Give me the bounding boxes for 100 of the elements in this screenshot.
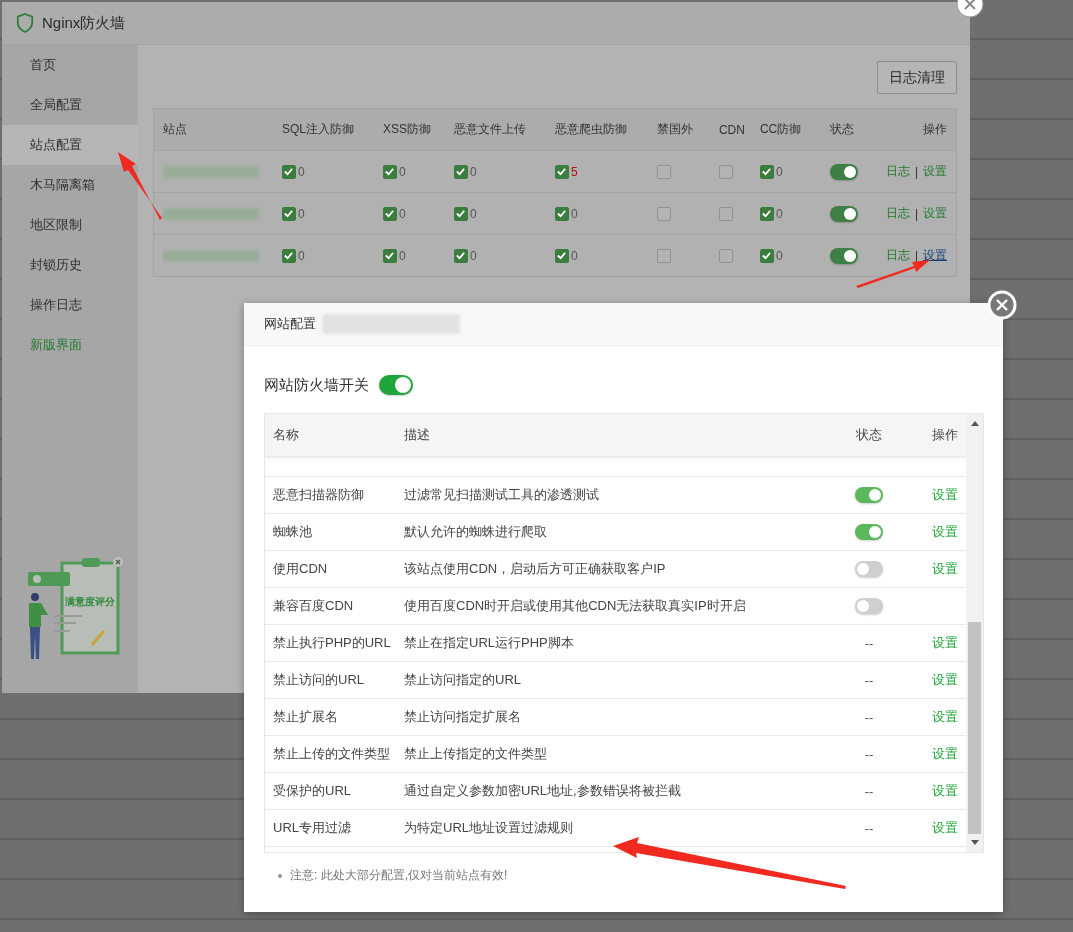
column-header: 描述 xyxy=(404,426,431,444)
settings-link[interactable]: 设置 xyxy=(932,523,958,541)
rule-name: 禁止扩展名 xyxy=(272,708,339,726)
checkbox[interactable] xyxy=(281,248,296,263)
action-link[interactable]: 设置 xyxy=(923,205,947,222)
checkbox[interactable] xyxy=(554,248,569,263)
sidebar-item[interactable]: 全局配置 xyxy=(2,85,138,125)
settings-link[interactable]: 设置 xyxy=(932,634,958,652)
checkbox[interactable] xyxy=(382,248,397,263)
rule-description: 使用百度CDN时开启或使用其他CDN无法获取真实IP时开启 xyxy=(404,597,747,615)
clear-logs-button[interactable]: 日志清理 xyxy=(877,61,957,94)
rating-label[interactable]: 满意度评分 xyxy=(65,595,115,609)
status-text: -- xyxy=(864,783,874,799)
checkbox[interactable] xyxy=(554,164,569,179)
annotation-arrow xyxy=(118,152,162,220)
block-count: 0 xyxy=(297,248,305,263)
column-header: 状态 xyxy=(829,121,855,138)
settings-link[interactable]: 设置 xyxy=(932,560,958,578)
settings-link[interactable]: 设置 xyxy=(932,671,958,689)
settings-link[interactable]: 设置 xyxy=(932,782,958,800)
rule-description: 禁止访问指定扩展名 xyxy=(404,708,522,726)
column-header: 禁国外 xyxy=(656,121,694,138)
status-toggle[interactable] xyxy=(829,205,858,222)
sidebar-item[interactable]: 木马隔离箱 xyxy=(2,165,138,205)
status-text: -- xyxy=(864,635,874,651)
sidebar-item[interactable]: 操作日志 xyxy=(2,285,138,325)
checkbox[interactable] xyxy=(453,206,468,221)
shield-icon xyxy=(16,13,34,33)
checkbox[interactable] xyxy=(656,164,671,179)
block-count: 0 xyxy=(775,206,783,221)
checkbox[interactable] xyxy=(656,248,671,263)
rule-name: 禁止上传的文件类型 xyxy=(272,745,391,763)
checkbox[interactable] xyxy=(382,206,397,221)
rule-name: 禁止执行PHP的URL xyxy=(272,634,392,652)
block-count: 0 xyxy=(469,248,477,263)
block-count: 0 xyxy=(398,164,406,179)
settings-link[interactable]: 设置 xyxy=(932,745,958,763)
sidebar-item[interactable]: 首页 xyxy=(2,45,138,85)
block-count: 0 xyxy=(775,248,783,263)
block-count: 0 xyxy=(297,164,305,179)
action-link[interactable]: 日志 xyxy=(885,247,910,264)
checkbox[interactable] xyxy=(759,164,774,179)
separator: | xyxy=(914,164,918,179)
column-header: 恶意爬虫防御 xyxy=(554,121,628,138)
action-link[interactable]: 日志 xyxy=(885,205,910,222)
status-toggle[interactable] xyxy=(829,247,858,264)
firewall-switch-label: 网站防火墙开关 xyxy=(264,375,369,395)
status-text: -- xyxy=(864,672,874,688)
column-header: 站点 xyxy=(162,121,188,138)
rule-toggle[interactable] xyxy=(855,487,883,503)
checkbox[interactable] xyxy=(554,206,569,221)
column-header: 操作 xyxy=(922,121,947,138)
firewall-toggle[interactable] xyxy=(379,375,413,395)
rule-description: 为特定URL地址设置过滤规则 xyxy=(404,819,574,837)
rule-description: 禁止在指定URL运行PHP脚本 xyxy=(404,634,575,652)
block-count: 0 xyxy=(398,248,406,263)
rule-toggle[interactable] xyxy=(855,561,883,577)
action-link[interactable]: 设置 xyxy=(923,163,947,180)
checkbox[interactable] xyxy=(656,206,671,221)
rule-name: 兼容百度CDN xyxy=(272,597,355,615)
scroll-up-icon[interactable] xyxy=(970,420,979,426)
checkbox[interactable] xyxy=(718,206,733,221)
sidebar-item[interactable]: 地区限制 xyxy=(2,205,138,245)
settings-link[interactable]: 设置 xyxy=(932,819,958,837)
column-header: CDN xyxy=(718,122,746,137)
sidebar-item[interactable]: 新版界面 xyxy=(2,325,138,365)
rule-description: 过滤常见扫描测试工具的渗透测试 xyxy=(404,486,600,504)
checkbox[interactable] xyxy=(281,164,296,179)
rule-name: 禁止访问的URL xyxy=(272,671,365,689)
checkbox[interactable] xyxy=(453,164,468,179)
scroll-down-icon[interactable] xyxy=(970,840,979,846)
checkbox[interactable] xyxy=(759,248,774,263)
block-count: 0 xyxy=(570,206,578,221)
action-link[interactable]: 设置 xyxy=(923,247,947,264)
sidebar-item[interactable]: 封锁历史 xyxy=(2,245,138,285)
checkbox[interactable] xyxy=(281,206,296,221)
rule-toggle[interactable] xyxy=(855,524,883,540)
settings-link[interactable]: 设置 xyxy=(932,708,958,726)
status-toggle[interactable] xyxy=(829,163,858,180)
settings-link[interactable]: 设置 xyxy=(932,486,958,504)
rule-description: 默认允许的蜘蛛进行爬取 xyxy=(404,523,548,541)
checkbox[interactable] xyxy=(382,164,397,179)
rule-description: 禁止访问指定的URL xyxy=(404,671,522,689)
block-count: 0 xyxy=(297,206,305,221)
checkbox[interactable] xyxy=(453,248,468,263)
rule-name: 使用CDN xyxy=(272,560,329,578)
sidebar-item[interactable]: 站点配置 xyxy=(2,125,138,165)
scrollbar[interactable] xyxy=(966,414,983,852)
block-count: 0 xyxy=(570,248,578,263)
status-text: -- xyxy=(864,709,874,725)
checkbox[interactable] xyxy=(718,248,733,263)
column-header: SQL注入防御 xyxy=(281,121,355,138)
column-header: 操作 xyxy=(931,426,959,444)
rule-name: 恶意扫描器防御 xyxy=(272,486,365,504)
checkbox[interactable] xyxy=(718,164,733,179)
column-header: XSS防御 xyxy=(382,121,432,138)
rule-toggle[interactable] xyxy=(855,598,883,614)
checkbox[interactable] xyxy=(759,206,774,221)
action-link[interactable]: 日志 xyxy=(885,163,910,180)
separator: | xyxy=(914,206,918,221)
